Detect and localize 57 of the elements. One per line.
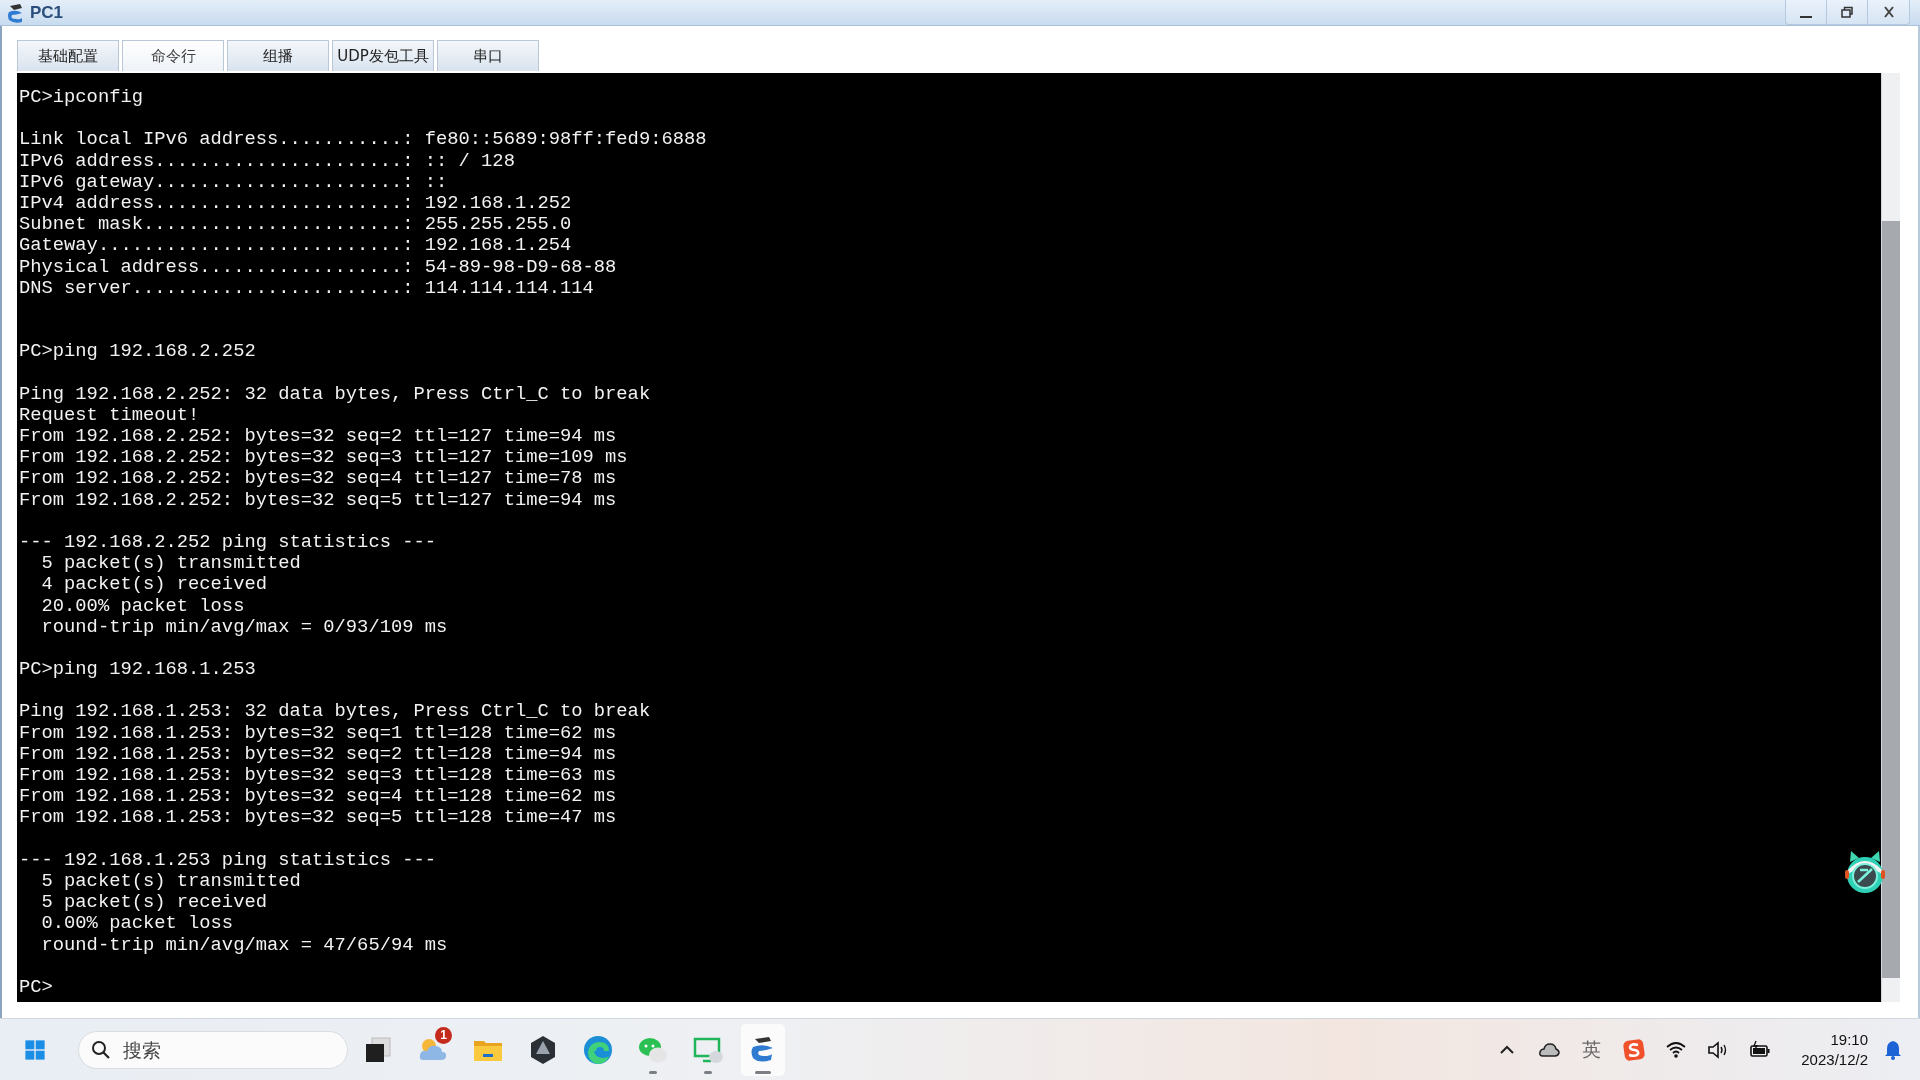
tab[interactable]: 命令行 bbox=[122, 40, 224, 71]
tab[interactable]: 组播 bbox=[227, 40, 329, 71]
terminal-line: Ping 192.168.2.252: 32 data bytes, Press Ctrl_C to break bbox=[19, 383, 652, 405]
terminal-line: Request timeout! bbox=[19, 404, 201, 426]
terminal-line: Ping 192.168.1.253: 32 data bytes, Press Ctrl_C to break bbox=[19, 701, 652, 723]
terminal-line: round-trip min/avg/max = 47/65/94 ms bbox=[40, 934, 449, 956]
terminal-line: 5 packet(s) transmitted bbox=[40, 553, 302, 575]
minimize-icon bbox=[1800, 16, 1812, 18]
terminal-line: From 192.168.1.253: bytes=32 seq=4 ttl=128 time=62 ms bbox=[19, 786, 618, 808]
terminal-line: 5 packet(s) transmitted bbox=[40, 870, 302, 893]
terminal-line: 5 packet(s) received bbox=[40, 892, 268, 914]
terminal-line: From 192.168.2.252: bytes=32 seq=5 ttl=127 time=94 ms bbox=[19, 489, 618, 511]
terminal-line: From 192.168.1.253: bytes=32 seq=3 ttl=128 time=63 ms bbox=[19, 765, 618, 787]
terminal-line: From 192.168.1.253: bytes=32 seq=5 ttl=128 time=47 ms bbox=[19, 807, 618, 829]
tab[interactable]: 基础配置 bbox=[17, 40, 119, 71]
terminal-line: IPv4 address......................: 192.168.1.252 bbox=[19, 192, 573, 215]
floating-assistant-icon[interactable] bbox=[1842, 848, 1888, 896]
terminal-line: DNS server........................: 114.114.114.114 bbox=[19, 277, 595, 299]
input-language-indicator[interactable]: 英 bbox=[1582, 1036, 1602, 1063]
terminal-line: --- 192.168.1.253 ping statistics --- bbox=[19, 849, 437, 871]
clock-time: 19:10 bbox=[1830, 1029, 1868, 1050]
terminal-line: From 192.168.1.253: bytes=32 seq=1 ttl=128 time=62 ms bbox=[19, 722, 618, 744]
taskbar-button[interactable] bbox=[741, 1023, 785, 1076]
terminal-line: From 192.168.1.253: bytes=32 seq=2 ttl=128 time=94 ms bbox=[19, 743, 618, 765]
taskbar-button[interactable]: 1 bbox=[411, 1023, 455, 1076]
terminal-line: PC> bbox=[19, 976, 54, 999]
search-field[interactable]: 搜索 bbox=[78, 1030, 348, 1069]
terminal-line: Subnet mask.......................: 255.255.255.0 bbox=[19, 214, 573, 236]
restore-icon bbox=[1840, 5, 1854, 19]
close-icon bbox=[1881, 5, 1896, 19]
scrollbar[interactable] bbox=[1881, 73, 1900, 1002]
terminal-line: PC>ping 192.168.1.253 bbox=[19, 659, 257, 681]
terminal-line: IPv6 address......................: :: / 128 bbox=[19, 150, 516, 172]
terminal-line: 4 packet(s) received bbox=[40, 574, 268, 596]
terminal-line: 20.00% packet loss bbox=[40, 595, 246, 617]
window-title: PC1 bbox=[30, 2, 64, 23]
terminal-line: --- 192.168.2.252 ping statistics --- bbox=[19, 531, 437, 554]
clock-date: 2023/12/2 bbox=[1801, 1049, 1868, 1070]
tab[interactable]: 串口 bbox=[437, 40, 539, 71]
clock[interactable]: 19:10 2023/12/2 bbox=[1801, 1029, 1868, 1070]
terminal-line: Physical address..................: 54-89-98-D9-68-88 bbox=[19, 256, 618, 278]
terminal-line: round-trip min/avg/max = 0/93/109 ms bbox=[40, 616, 449, 638]
terminal-line: PC>ping 192.168.2.252 bbox=[19, 341, 257, 363]
search-icon bbox=[91, 1039, 111, 1060]
terminal-line: From 192.168.2.252: bytes=32 seq=3 ttl=127 time=109 ms bbox=[19, 447, 629, 469]
browser-icon bbox=[582, 1033, 614, 1066]
terminal-line: IPv6 gateway......................: :: bbox=[19, 171, 449, 193]
terminal-line: PC>ipconfig bbox=[19, 87, 144, 109]
terminal-line: Link local IPv6 address...........: fe80::5689:98ff:fed9:6888 bbox=[19, 129, 708, 151]
notification-badge: 1 bbox=[435, 1026, 452, 1044]
terminal-line: 0.00% packet loss bbox=[40, 913, 235, 935]
tab[interactable]: UDP发包工具 bbox=[332, 40, 434, 71]
terminal-line: From 192.168.2.252: bytes=32 seq=2 ttl=127 time=94 ms bbox=[19, 426, 618, 448]
input-method-icon[interactable] bbox=[1623, 1038, 1646, 1061]
terminal-line: Gateway...........................: 192.168.1.254 bbox=[19, 235, 573, 257]
terminal-line: From 192.168.2.252: bytes=32 seq=4 ttl=127 time=78 ms bbox=[19, 468, 618, 490]
scrollbar-thumb[interactable] bbox=[1882, 221, 1900, 978]
